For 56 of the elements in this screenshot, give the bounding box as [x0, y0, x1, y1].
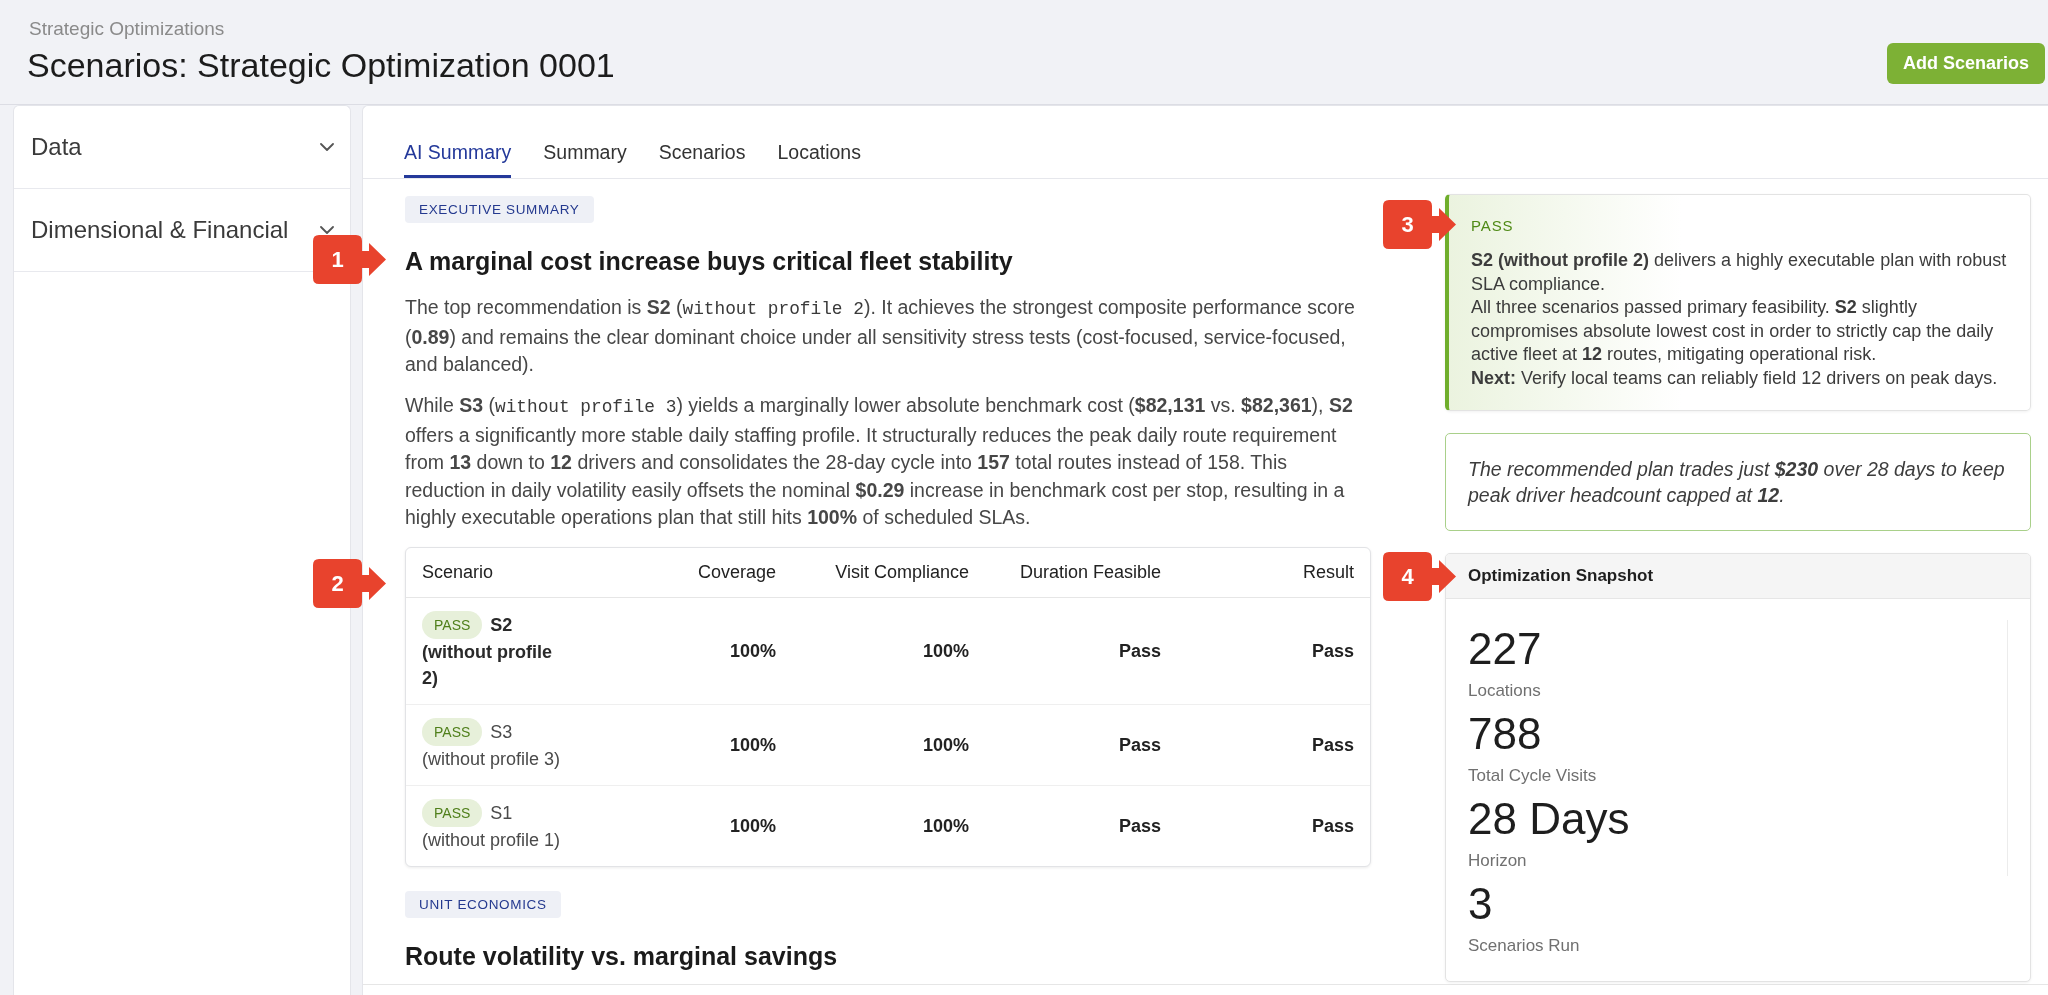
scenario-detail: (without profile 2) [422, 641, 553, 690]
sidebar-item[interactable]: Data [14, 106, 350, 189]
table-cell: 100% [792, 785, 985, 866]
table-cell: Pass [1177, 785, 1370, 866]
section-heading: A marginal cost increase buys critical fleet stability [405, 246, 1014, 277]
table-cell: 100% [592, 704, 792, 786]
scenario-name: S1 [490, 802, 513, 825]
verdict-text: S2 (without profile 2) delivers a highly executable plan with robust SLA compliance. [1471, 249, 2008, 296]
metric-value: 3 [1468, 880, 1494, 928]
section-tag: EXECUTIVE SUMMARY [405, 196, 594, 223]
metric-label: Total Cycle Visits [1468, 765, 1597, 787]
column-header: Result [1177, 547, 1370, 598]
scenario-name: S2 [490, 614, 513, 637]
tab[interactable]: Summary [543, 140, 627, 178]
metric-label: Scenarios Run [1468, 935, 1580, 957]
metric-value: 28 Days [1468, 795, 1630, 843]
takeaway-text: The recommended plan trades just $230 over 28 days to keep peak driver headcount capped at 12. [1468, 457, 2006, 508]
table-cell: Pass [985, 597, 1177, 705]
table-cell: 100% [592, 785, 792, 866]
metric-value: 788 [1468, 710, 1543, 758]
summary-paragraph: While S3 (without profile 3) yields a marginally lower absolute benchmark cost ($82,131 vs. $82,361), S2 offers a significantly more stable daily staffing profile. It structurally reduces the peak daily route requirement from 13 down to 12 drivers and consolidates the 28-day cycle into 157 total routes instead of 158. This reduction in daily volatility easily offsets the nominal $0.29 increase in benchmark cost per stop, resulting in a highly executable operations plan that still hits 100% of scheduled SLAs. [405, 393, 1354, 530]
scenario-detail: (without profile 1) [422, 829, 562, 852]
column-header: Duration Feasible [985, 547, 1177, 598]
tab[interactable]: Scenarios [658, 140, 746, 178]
page-title: Scenarios: Strategic Optimization 0001 [27, 45, 615, 86]
callout-marker: 1 [313, 235, 386, 284]
summary-paragraph: The top recommendation is S2 (without profile 2). It achieves the strongest composite performance score (0.89) and remains the clear dominant choice under all sensitivity stress tests (cost-focused, service-focused, and balanced). [405, 295, 1356, 377]
callout-marker: 3 [1383, 200, 1456, 249]
scenario-detail: (without profile 3) [422, 748, 562, 771]
scenario-name: S3 [490, 721, 513, 744]
section-heading: Route volatility vs. marginal savings [405, 941, 839, 972]
table-cell: Pass [1177, 597, 1370, 705]
table-cell: 100% [592, 597, 792, 705]
section-tag: UNIT ECONOMICS [405, 891, 561, 918]
verdict-label: PASS [1471, 216, 1515, 236]
verdict-text: Next: Verify local teams can reliably field 12 drivers on peak days. [1471, 366, 1999, 390]
table-cell: Pass [985, 785, 1177, 866]
status-badge: PASS [422, 611, 483, 639]
card-title: Optimization Snapshot [1468, 565, 1654, 588]
column-header: Scenario [406, 547, 592, 598]
metric-value: 227 [1468, 625, 1542, 673]
callout-marker: 2 [313, 558, 386, 608]
column-header: Visit Compliance [792, 547, 985, 598]
verdict-text: All three scenarios passed primary feasibility. S2 slightly compromises absolute lowest cost in order to strictly cap the daily active fleet at 12 routes, mitigating operational risk. [1471, 296, 1995, 366]
tab[interactable]: Locations [777, 140, 861, 178]
metric-label: Horizon [1468, 850, 1528, 872]
metric-label: Locations [1468, 680, 1542, 702]
table-cell: Pass [985, 704, 1177, 786]
status-badge: PASS [422, 799, 483, 827]
tab[interactable]: AI Summary [404, 140, 512, 178]
table-cell: 100% [792, 597, 985, 705]
callout-marker: 4 [1383, 552, 1456, 601]
table-cell: 100% [792, 704, 985, 786]
table-cell: Pass [1177, 704, 1370, 786]
column-header: Coverage [592, 547, 792, 598]
status-badge: PASS [422, 718, 483, 746]
